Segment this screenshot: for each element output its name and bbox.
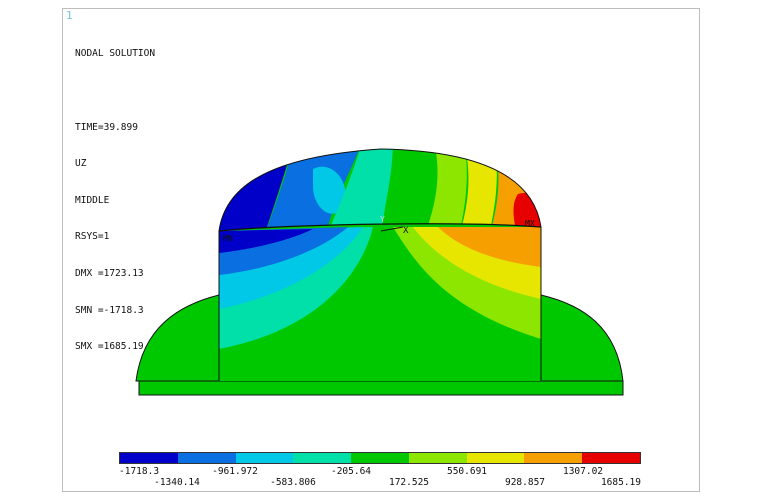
legend-swatch	[120, 453, 178, 463]
legend-color-bar	[119, 452, 641, 464]
min-marker: MN	[223, 234, 233, 243]
legend-swatch	[293, 453, 352, 463]
legend-swatch	[177, 453, 236, 463]
legend-label: 172.525	[388, 477, 430, 488]
graphics-viewport[interactable]: 1 NODAL SOLUTION TIME=39.899 UZ MIDDLE R…	[62, 8, 700, 492]
legend-swatch	[351, 453, 409, 463]
legend-swatch	[466, 453, 525, 463]
legend-label: 1307.02	[562, 466, 604, 477]
legend-swatch	[524, 453, 583, 463]
legend-label: 550.691	[446, 466, 488, 477]
y-axis-label: Y	[380, 215, 385, 224]
legend-swatch	[582, 453, 641, 463]
legend-label: -1718.3	[119, 466, 160, 477]
contour-legend: -1718.3 -1340.14 -961.972 -583.806 -205.64 17…	[119, 452, 641, 488]
legend-label: 1685.19	[600, 477, 641, 488]
legend-label: -583.806	[270, 477, 316, 488]
legend-label: 928.857	[504, 477, 546, 488]
legend-label: -961.972	[212, 466, 258, 477]
legend-swatch	[235, 453, 294, 463]
max-marker: MX	[525, 219, 535, 228]
x-axis-label: X	[403, 226, 409, 236]
legend-label: -205.64	[330, 466, 372, 477]
cylinder-body	[219, 223, 541, 381]
contour-model: MN MX Y X	[135, 148, 624, 396]
legend-label: -1340.14	[154, 477, 200, 488]
base-plate	[138, 380, 624, 396]
legend-swatch	[408, 453, 467, 463]
